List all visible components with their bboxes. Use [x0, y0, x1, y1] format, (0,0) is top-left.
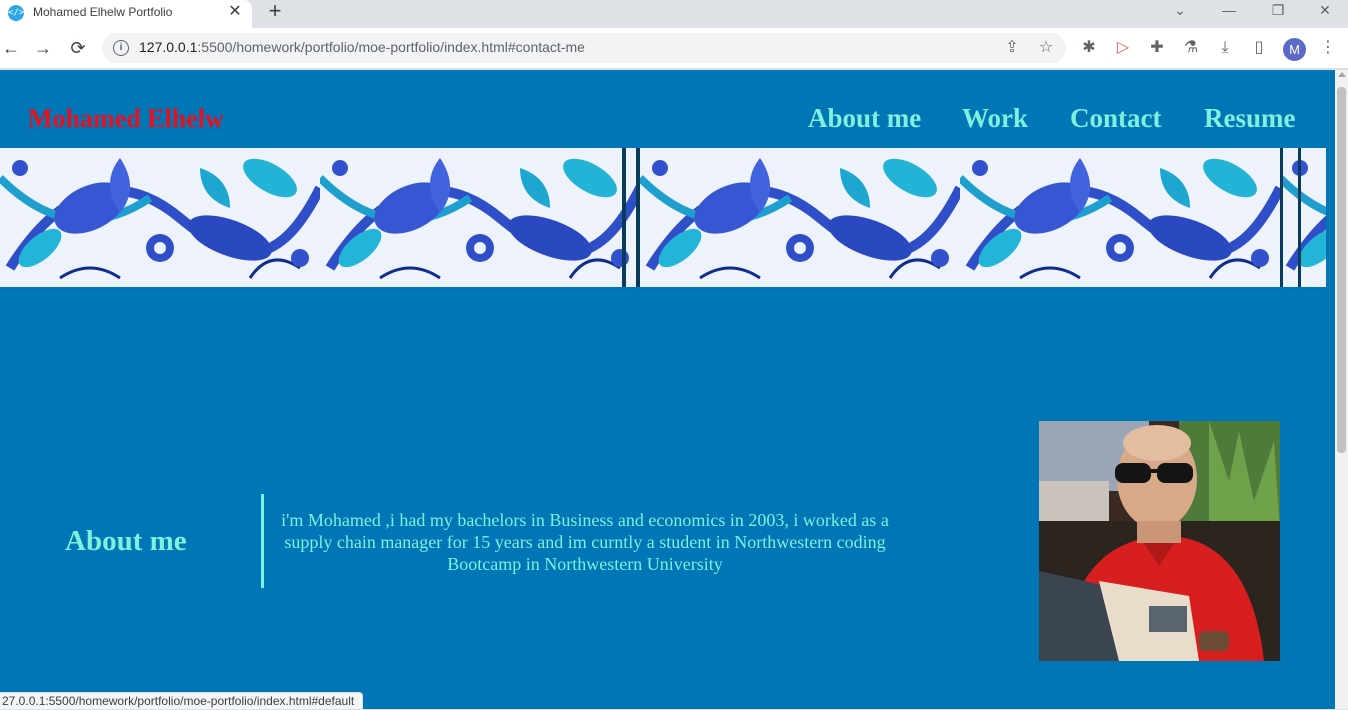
- nav-link-resume[interactable]: Resume: [1204, 103, 1295, 134]
- page-scrollbar[interactable]: [1335, 70, 1348, 709]
- close-tab-icon[interactable]: ✕: [226, 3, 244, 21]
- address-bar[interactable]: i 127.0.0.1:5500/homework/portfolio/moe-…: [102, 33, 1066, 63]
- share-icon[interactable]: ⇪: [1002, 38, 1022, 58]
- tab-strip: </> Mohamed Elhelw Portfolio ✕ + ⌄ — ❐ ✕: [0, 0, 1348, 28]
- browser-toolbar: ← → ⟳ i 127.0.0.1:5500/homework/portfoli…: [0, 28, 1348, 69]
- menu-kebab-icon[interactable]: ⋮: [1317, 37, 1339, 59]
- profile-photo: [1039, 421, 1280, 661]
- nav-link-contact[interactable]: Contact: [1070, 103, 1161, 134]
- side-panel-icon[interactable]: ▯: [1248, 37, 1270, 59]
- url-path: :5500/homework/portfolio/moe-portfolio/i…: [197, 39, 585, 55]
- status-bar-url: 27.0.0.1:5500/homework/portfolio/moe-por…: [0, 692, 364, 709]
- scroll-up-arrow-icon[interactable]: [1338, 72, 1346, 77]
- page-viewport: Mohamed Elhelw About me Work Contact Res…: [0, 70, 1348, 709]
- about-paragraph: i'm Mohamed ,i had my bachelors in Busin…: [281, 510, 889, 574]
- new-tab-button[interactable]: +: [264, 0, 286, 23]
- bug-extension-icon[interactable]: ✱: [1078, 37, 1100, 59]
- url-host: 127.0.0.1: [139, 39, 198, 55]
- about-heading: About me: [65, 525, 187, 557]
- favicon-icon: </>: [8, 5, 24, 21]
- reload-button[interactable]: ⟳: [67, 37, 89, 59]
- browser-tab[interactable]: </> Mohamed Elhelw Portfolio ✕: [0, 0, 252, 28]
- profile-avatar[interactable]: M: [1283, 38, 1306, 61]
- scrollbar-thumb[interactable]: [1337, 87, 1346, 453]
- extensions-puzzle-icon[interactable]: ✚: [1146, 37, 1168, 59]
- minimize-button[interactable]: —: [1206, 0, 1252, 22]
- url-text[interactable]: 127.0.0.1:5500/homework/portfolio/moe-po…: [139, 39, 585, 55]
- site-info-icon[interactable]: i: [113, 40, 129, 56]
- hero-banner-image: [0, 148, 1326, 287]
- close-window-button[interactable]: ✕: [1302, 0, 1348, 22]
- nav-link-about[interactable]: About me: [808, 103, 921, 134]
- back-button[interactable]: ←: [0, 37, 22, 59]
- labs-flask-icon[interactable]: ⚗: [1180, 37, 1202, 59]
- bookmark-star-icon[interactable]: ☆: [1036, 38, 1056, 58]
- nav-link-work[interactable]: Work: [962, 103, 1028, 134]
- forward-button[interactable]: →: [32, 37, 54, 59]
- tab-title: Mohamed Elhelw Portfolio: [33, 5, 173, 19]
- site-name[interactable]: Mohamed Elhelw: [28, 104, 224, 134]
- tab-search-icon[interactable]: ⌄: [1157, 0, 1203, 22]
- download-icon[interactable]: ⤓: [1214, 37, 1236, 59]
- cast-extension-icon[interactable]: ▷: [1112, 37, 1134, 59]
- restore-button[interactable]: ❐: [1255, 0, 1301, 22]
